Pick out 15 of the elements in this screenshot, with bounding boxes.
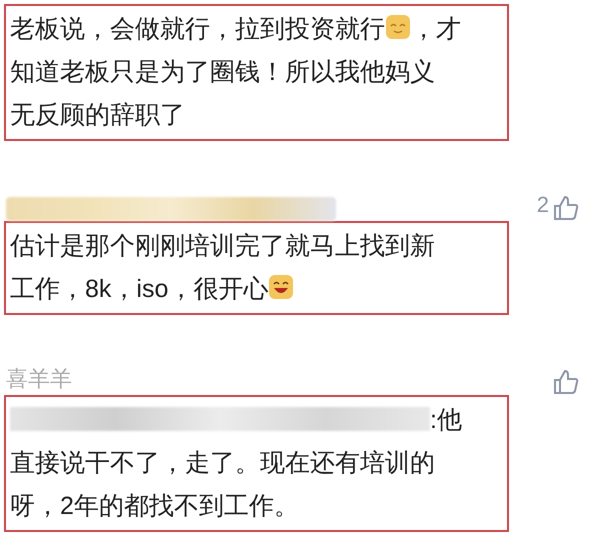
thumbs-up-icon[interactable]: [553, 195, 579, 221]
comment-text: 直接说干不了，走了。现在还有培训的: [10, 449, 435, 477]
emoji-icon: [385, 14, 411, 40]
thumbs-up-icon[interactable]: [553, 369, 579, 395]
comment-text: 知道老板只是为了圈钱！所以我他妈义: [10, 58, 435, 86]
comment-text: 估计是那个刚刚培训完了就马上找到新: [10, 232, 435, 260]
comment-text: 无反顾的辞职了: [10, 101, 185, 129]
like-count: 2: [536, 191, 549, 219]
comment-text: 呀，2年的都找不到工作。: [10, 492, 299, 520]
comment-text: ，才: [411, 15, 461, 43]
comment-text: 老板说，会做就行，拉到投资就行: [10, 15, 385, 43]
comment-text: :他: [430, 406, 462, 434]
emoji-icon: [268, 274, 294, 300]
comment-text: 工作，8k，iso，很开心: [10, 275, 268, 303]
author-name[interactable]: 喜羊羊: [6, 362, 72, 395]
